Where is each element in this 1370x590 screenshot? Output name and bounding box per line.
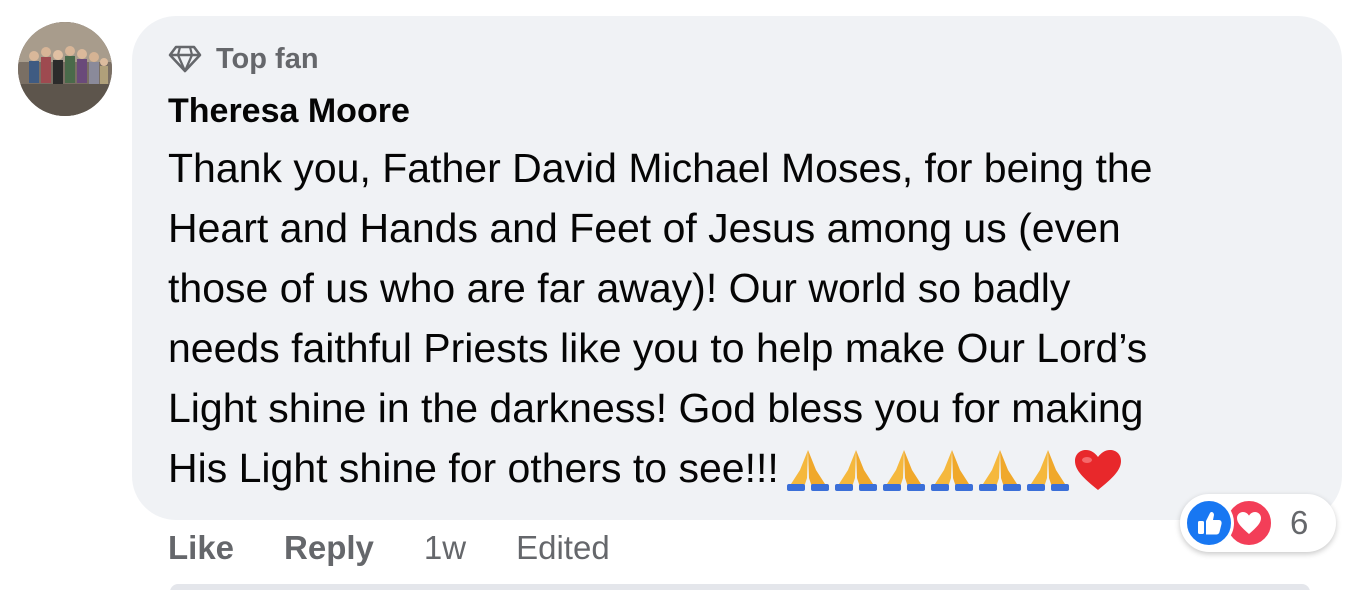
comment-line: needs faithful Priests like you to help …	[168, 325, 1148, 371]
comment-actions: Like Reply 1w Edited	[168, 526, 610, 570]
comment-author[interactable]: Theresa Moore	[168, 90, 410, 132]
comment-line: His Light shine for others to see!!!	[168, 445, 779, 491]
avatar-photo-icon	[18, 22, 112, 116]
comment-line-last: His Light shine for others to see!!!	[168, 438, 1308, 522]
comment: Top fan Theresa Moore Thank you, Father …	[0, 0, 1370, 590]
like-button[interactable]: Like	[168, 529, 234, 567]
top-fan-label: Top fan	[216, 42, 319, 75]
comment-line: Thank you, Father David Michael Moses, f…	[168, 145, 1153, 191]
reaction-summary[interactable]: 6	[1180, 494, 1336, 552]
emoji-group	[785, 448, 1123, 522]
praying-hands-icon	[833, 448, 879, 522]
top-fan-badge[interactable]: Top fan	[168, 40, 319, 78]
comment-line: Light shine in the darkness! God bless y…	[168, 385, 1144, 431]
praying-hands-icon	[1025, 448, 1071, 522]
like-icon	[1184, 498, 1234, 548]
praying-hands-icon	[929, 448, 975, 522]
timestamp[interactable]: 1w	[424, 529, 466, 567]
comment-line: Heart and Hands and Feet of Jesus among …	[168, 205, 1121, 251]
next-comment-edge	[170, 584, 1310, 590]
praying-hands-icon	[881, 448, 927, 522]
avatar[interactable]	[18, 22, 112, 116]
red-heart-icon	[1073, 448, 1123, 522]
edited-label[interactable]: Edited	[516, 529, 610, 567]
praying-hands-icon	[785, 448, 831, 522]
comment-text: Thank you, Father David Michael Moses, f…	[168, 138, 1308, 522]
praying-hands-icon	[977, 448, 1023, 522]
comment-line: those of us who are far away)! Our world…	[168, 265, 1071, 311]
diamond-icon	[168, 45, 202, 73]
reaction-count: 6	[1290, 504, 1309, 541]
reply-button[interactable]: Reply	[284, 529, 374, 567]
